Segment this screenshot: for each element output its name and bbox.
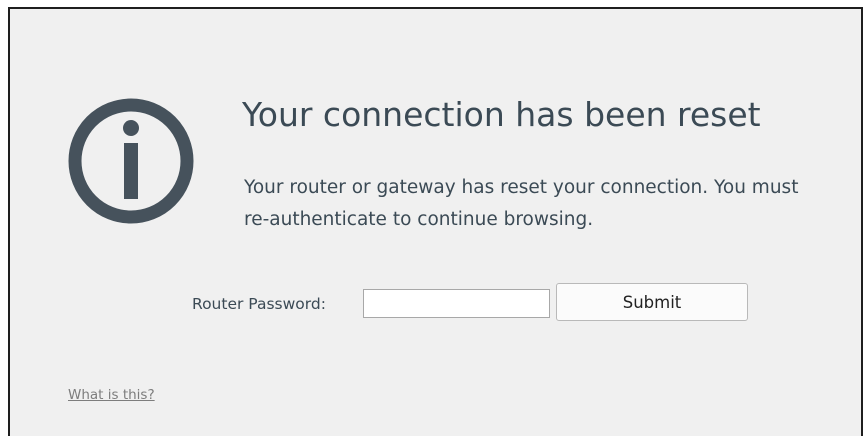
submit-button[interactable]: Submit: [556, 283, 748, 321]
error-panel: Your connection has been reset Your rout…: [8, 7, 863, 436]
error-message: Your router or gateway has reset your co…: [244, 177, 799, 230]
router-password-label: Router Password:: [192, 295, 326, 313]
info-circle-icon: [68, 98, 194, 224]
what-is-this-link[interactable]: What is this?: [68, 387, 155, 403]
page-title: Your connection has been reset: [242, 95, 761, 134]
router-password-input[interactable]: [363, 289, 550, 318]
